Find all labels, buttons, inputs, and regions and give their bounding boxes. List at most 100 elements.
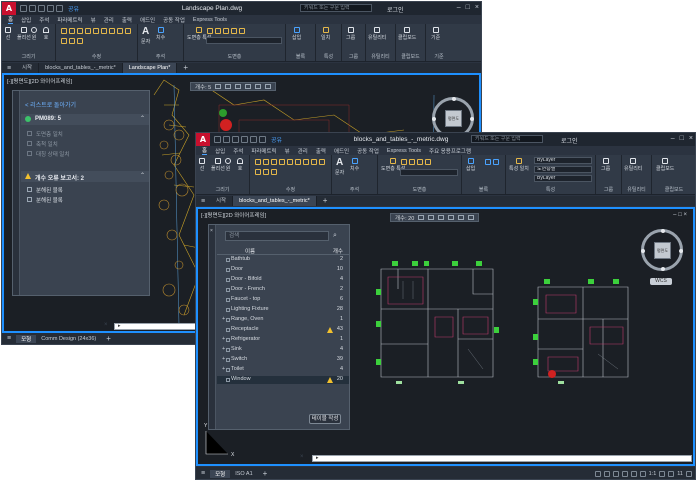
utility-tool[interactable]: 유틸리티	[624, 158, 642, 172]
option-row[interactable]: 축척 일치	[27, 140, 69, 150]
viewport-label[interactable]: [-][평면도][2D 와이어프레임]	[7, 77, 72, 85]
close-icon[interactable]: ×	[475, 4, 479, 11]
prev-icon[interactable]	[215, 84, 222, 89]
rotate-icon[interactable]	[69, 28, 75, 34]
open-icon[interactable]	[223, 136, 230, 143]
tab-blocks-and-tables[interactable]: blocks_and_tables_-_metric*	[39, 63, 123, 73]
arc-tool[interactable]: 호	[43, 27, 49, 41]
maximize-icon[interactable]: □	[680, 135, 684, 142]
search-input[interactable]: 키워드 또는 구문 입력	[471, 135, 543, 143]
menu-insert[interactable]: 삽입	[21, 16, 31, 24]
stretch-icon[interactable]	[319, 159, 325, 165]
customize-icon[interactable]	[686, 470, 692, 477]
warning-icon[interactable]	[327, 327, 333, 333]
new-icon[interactable]	[20, 5, 27, 12]
refresh-icon[interactable]	[458, 215, 465, 220]
viewport-minimize-icon[interactable]: –	[673, 212, 676, 218]
menu-hamburger-icon[interactable]: ≡	[2, 65, 16, 72]
tab-blocks-and-tables[interactable]: blocks_and_tables_-_metric*	[233, 196, 317, 206]
palette-side-bar[interactable]: ×	[209, 225, 216, 429]
login-button[interactable]: 로그인	[387, 5, 404, 14]
menu-output[interactable]: 출력	[316, 147, 326, 155]
color-dropdown[interactable]: ByLayer	[534, 157, 592, 164]
table-row[interactable]: Receptacle 43	[217, 326, 349, 334]
tab-layout[interactable]: Comm Design (24x36)	[36, 336, 101, 342]
menu-express-tools[interactable]: Express Tools	[193, 17, 227, 23]
command-close-icon[interactable]: ×	[300, 454, 304, 460]
palette-close-icon[interactable]: ×	[210, 228, 213, 234]
insert-tool[interactable]: 삽입	[292, 27, 301, 41]
redo-icon[interactable]	[56, 5, 63, 12]
offset-icon[interactable]	[77, 38, 83, 44]
menu-featured-apps[interactable]: 주요 응용프로그램	[429, 147, 471, 155]
minimize-icon[interactable]: –	[671, 135, 675, 142]
menu-home[interactable]: 홈	[8, 15, 14, 24]
checkbox-icon[interactable]	[27, 141, 32, 146]
status-menu-icon[interactable]: ≡	[2, 335, 16, 342]
tab-model[interactable]: 모형	[210, 469, 231, 478]
layer-lock-icon[interactable]	[223, 28, 229, 34]
table-row[interactable]: + Sink 4	[217, 346, 349, 354]
back-to-list-link[interactable]: < 리스트로 돌아가기	[25, 100, 76, 109]
explode-icon[interactable]	[311, 159, 317, 165]
table-row[interactable]: + Refrigerator 1	[217, 336, 349, 344]
menu-manage[interactable]: 관리	[298, 147, 308, 155]
table-row[interactable]: + Switch 39	[217, 356, 349, 364]
table-row[interactable]: + Range, Oven 1	[217, 316, 349, 324]
refresh-icon[interactable]	[255, 84, 262, 89]
create-block-icon[interactable]	[485, 159, 491, 165]
table-row[interactable]: Bathtub 2	[217, 256, 349, 264]
view-cube[interactable]: 평면도	[641, 229, 683, 271]
array-icon[interactable]	[263, 169, 269, 175]
new-icon[interactable]	[214, 136, 221, 143]
layer-dropdown[interactable]	[400, 169, 458, 176]
prev-icon[interactable]	[418, 215, 425, 220]
table-row[interactable]: Door - Bifold 4	[217, 276, 349, 284]
fillet-icon[interactable]	[109, 28, 115, 34]
next-icon[interactable]	[225, 84, 232, 89]
menu-view[interactable]: 뷰	[285, 147, 290, 155]
layer-freeze-icon[interactable]	[215, 28, 221, 34]
snap-icon[interactable]	[612, 470, 619, 477]
checkbox-icon[interactable]	[27, 131, 32, 136]
table-row[interactable]: Window 20	[217, 376, 349, 384]
group-tool[interactable]: 그룹	[601, 158, 610, 172]
wcs-menu[interactable]: WCS	[650, 278, 672, 285]
match-properties-tool[interactable]: 일치	[321, 27, 330, 41]
move-icon[interactable]	[61, 28, 67, 34]
dimension-tool[interactable]: 치수	[350, 158, 359, 172]
match-properties-tool[interactable]: 특성 일치	[509, 158, 529, 172]
menu-collaborate[interactable]: 공동 작업	[163, 16, 185, 24]
mirror-icon[interactable]	[101, 28, 107, 34]
layer-freeze-icon[interactable]	[409, 159, 415, 165]
menu-manage[interactable]: 관리	[104, 16, 114, 24]
stretch-icon[interactable]	[125, 28, 131, 34]
viewport-label[interactable]: [-][평면도][2D 와이어프레임]	[201, 211, 266, 219]
line-tool[interactable]: 선	[199, 158, 205, 172]
layer-match-icon[interactable]	[239, 28, 245, 34]
palette-side-bar[interactable]	[13, 91, 20, 295]
copy-icon[interactable]	[93, 28, 99, 34]
app-logo[interactable]: A	[2, 2, 16, 15]
base-tool[interactable]: 기준	[431, 27, 440, 41]
menu-annotate[interactable]: 주석	[233, 147, 243, 155]
menu-collaborate[interactable]: 공동 작업	[357, 147, 379, 155]
polyline-tool[interactable]: 폴리선	[17, 27, 31, 41]
next-icon[interactable]	[428, 215, 435, 220]
insert-field-icon[interactable]	[245, 84, 252, 89]
circle-tool[interactable]: 원	[225, 158, 231, 172]
checkbox-icon[interactable]	[27, 151, 32, 156]
menu-home[interactable]: 홈	[202, 146, 208, 155]
save-icon[interactable]	[232, 136, 239, 143]
undo-icon[interactable]	[47, 5, 54, 12]
insert-tool[interactable]: 삽입	[466, 158, 475, 172]
command-line[interactable]: ▸	[312, 455, 692, 462]
erase-icon[interactable]	[85, 28, 91, 34]
dimension-tool[interactable]: 치수	[156, 27, 165, 41]
warning-icon[interactable]	[327, 377, 333, 383]
scale-icon[interactable]	[255, 169, 261, 175]
layer-color-icon[interactable]	[425, 159, 431, 165]
osnap-icon[interactable]	[639, 470, 646, 477]
command-close-icon[interactable]: ×	[104, 322, 108, 328]
create-table-button[interactable]: 테이블 작성	[309, 414, 341, 424]
